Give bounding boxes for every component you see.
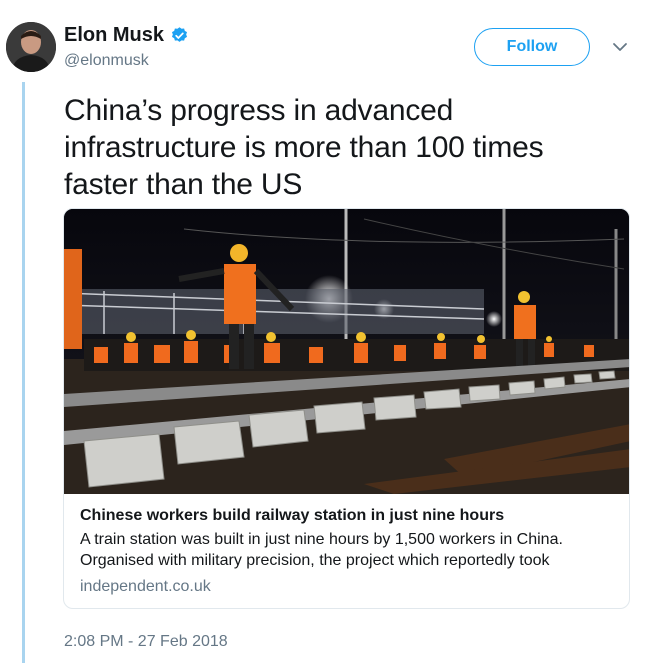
author-row: Elon Musk	[64, 24, 189, 47]
card-domain[interactable]: independent.co.uk	[80, 578, 615, 596]
card-title[interactable]: Chinese workers build railway station in…	[80, 506, 615, 526]
tweet-timestamp[interactable]: 2:08 PM - 27 Feb 2018	[64, 633, 228, 651]
chevron-down-icon[interactable]	[612, 40, 628, 54]
tweet-text: China’s progress in advanced infrastruct…	[64, 94, 544, 201]
follow-button[interactable]: Follow	[474, 28, 590, 66]
card-image	[64, 209, 629, 494]
thread-line	[22, 82, 25, 663]
avatar[interactable]	[6, 22, 56, 72]
link-card[interactable]: Chinese workers build railway station in…	[63, 208, 630, 609]
verified-badge-icon	[170, 26, 189, 45]
card-description: A train station was built in just nine h…	[80, 531, 563, 569]
display-name[interactable]: Elon Musk	[64, 24, 164, 47]
user-handle[interactable]: @elonmusk	[64, 52, 149, 70]
